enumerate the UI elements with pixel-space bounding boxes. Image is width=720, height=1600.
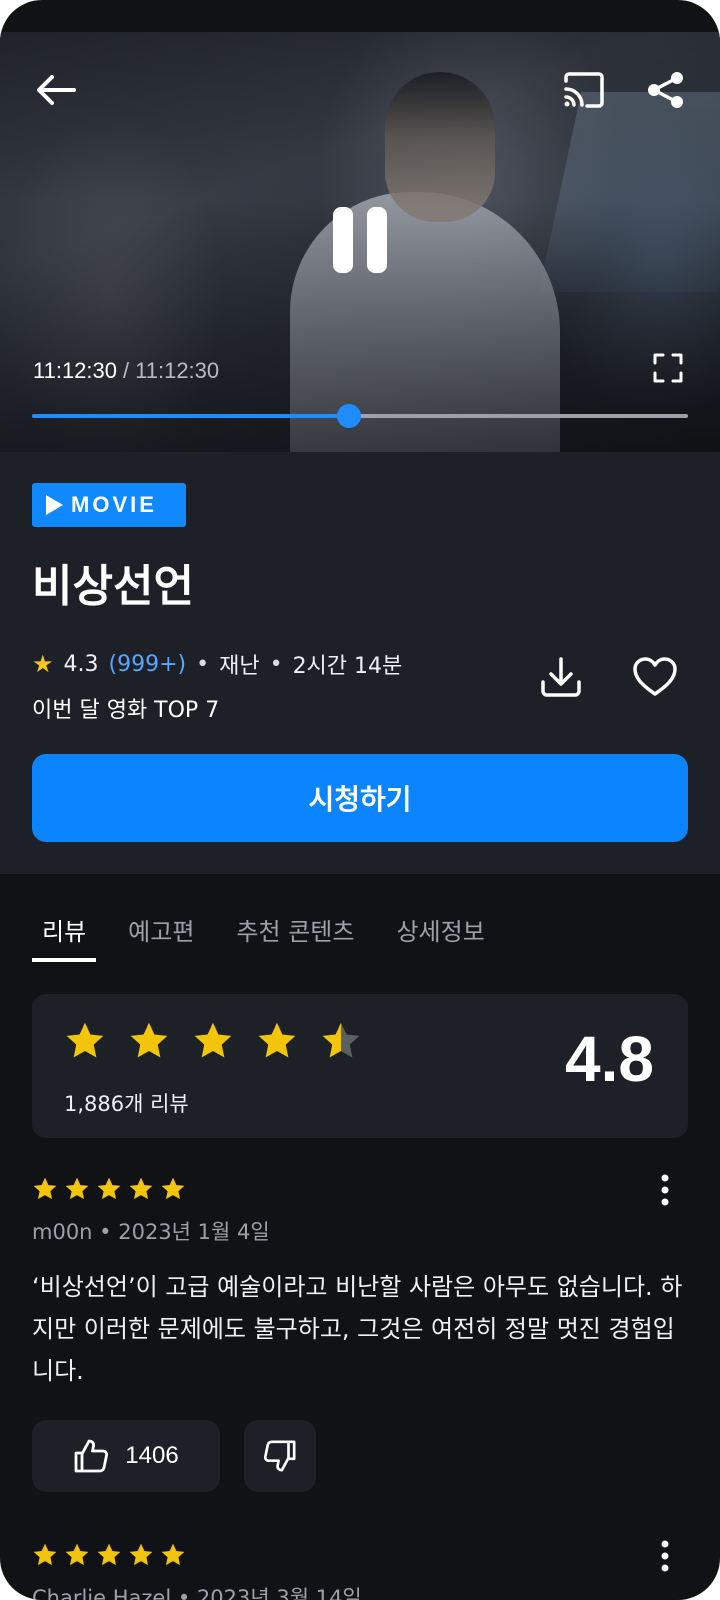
tab-reviews[interactable]: 리뷰: [32, 904, 97, 962]
movie-runtime: 2시간 14분: [292, 654, 403, 679]
more-vertical-icon: [661, 1174, 669, 1206]
star-icon: [65, 1177, 89, 1200]
star-icon: [66, 1022, 104, 1058]
average-score: 4.8: [565, 1023, 654, 1095]
vote-row: 1406: [32, 1420, 688, 1492]
review-byline: Charlie Hazel • 2023년 3월 14일: [32, 1586, 362, 1600]
movie-genre: 재난: [219, 654, 260, 679]
tab-label: 리뷰: [42, 918, 87, 946]
thumbs-down-icon: [263, 1440, 296, 1472]
star-icon: [194, 1022, 232, 1058]
download-icon: [541, 657, 581, 697]
time-separator: /: [123, 358, 130, 383]
review-stars: [32, 1542, 688, 1568]
back-button[interactable]: [28, 62, 84, 118]
star-icon: [258, 1022, 296, 1058]
rating-count[interactable]: (999+): [109, 652, 187, 677]
star-icon: [129, 1543, 153, 1566]
review-count: 1,886개 리뷰: [64, 1092, 189, 1116]
star-icon: [65, 1543, 89, 1566]
progress-fill: [32, 414, 349, 418]
download-button[interactable]: [536, 652, 586, 702]
more-vertical-icon: [661, 1540, 669, 1572]
star-icon: [97, 1543, 121, 1566]
share-icon: [648, 72, 683, 108]
tab-details[interactable]: 상세정보: [396, 904, 484, 962]
movie-info-section: MOVIE 비상선언 ★ 4.3 (999+) • 재난 • 2시간 14분 이…: [0, 452, 720, 874]
star-icon: [161, 1543, 185, 1566]
star-icon: [161, 1177, 185, 1200]
cast-icon: [564, 72, 604, 108]
movie-rank: 이번 달 영화 TOP 7: [32, 698, 220, 723]
review-more-button[interactable]: [650, 1534, 680, 1578]
phone-screen: 11:12:30/11:12:30 MOVIE 비상선언 ★ 4.3 (999+…: [0, 0, 720, 1600]
star-icon: [33, 1543, 57, 1566]
tab-label: 예고편: [128, 918, 195, 946]
cast-button[interactable]: [556, 66, 612, 114]
star-icon: [97, 1177, 121, 1200]
meta-dot: •: [196, 651, 210, 677]
thumbs-up-icon: [74, 1439, 109, 1473]
current-time: 11:12:30: [33, 358, 118, 383]
tab-recommended[interactable]: 추천 콘텐츠: [236, 904, 354, 962]
star-icon: ★: [32, 650, 54, 678]
play-icon: [46, 495, 63, 515]
star-icon: [129, 1177, 153, 1200]
arrow-left-icon: [37, 75, 76, 105]
meta-dot: •: [269, 651, 283, 677]
movie-meta: ★ 4.3 (999+) • 재난 • 2시간 14분: [32, 646, 402, 682]
content-tabs: 리뷰 예고편 추천 콘텐츠 상세정보: [32, 904, 527, 962]
share-button[interactable]: [638, 62, 694, 118]
review-more-button[interactable]: [650, 1168, 680, 1212]
active-tab-indicator: [32, 958, 97, 962]
watch-button[interactable]: 시청하기: [32, 754, 688, 842]
progress-thumb[interactable]: [336, 404, 361, 428]
movie-badge: MOVIE: [32, 483, 186, 527]
review-byline: m00n • 2023년 1월 4일: [32, 1220, 270, 1244]
helpful-count: 1406: [125, 1442, 179, 1469]
not-helpful-button[interactable]: [244, 1420, 316, 1492]
pause-button[interactable]: [325, 200, 395, 280]
review-stars: [32, 1176, 688, 1202]
summary-stars: [64, 1020, 384, 1062]
like-button[interactable]: [630, 652, 680, 702]
movie-rating: 4.3: [63, 651, 99, 677]
heart-icon: [633, 657, 677, 696]
review-text: ‘비상선언’이 고급 예술이라고 비난할 사람은 아무도 없습니다. 하지만 이…: [32, 1273, 683, 1385]
pause-icon: [367, 207, 387, 273]
tab-label: 상세정보: [396, 918, 485, 946]
tab-label: 추천 콘텐츠: [236, 918, 355, 946]
helpful-button[interactable]: 1406: [32, 1420, 220, 1492]
tab-trailer[interactable]: 예고편: [128, 904, 194, 962]
star-icon: [322, 1022, 360, 1058]
star-icon: [130, 1022, 168, 1058]
total-duration: 11:12:30: [135, 358, 220, 383]
badge-label: MOVIE: [71, 492, 157, 517]
movie-title: 비상선언: [32, 561, 194, 612]
review-item: m00n • 2023년 1월 4일 ‘비상선언’이 고급 예술이라고 비난할 …: [32, 1174, 688, 1492]
review-item: Charlie Hazel • 2023년 3월 14일: [32, 1540, 688, 1600]
pause-icon: [333, 207, 353, 273]
fullscreen-button[interactable]: [648, 348, 688, 388]
rating-summary: 1,886개 리뷰 4.8: [32, 994, 688, 1138]
playback-time: 11:12:30/11:12:30: [33, 358, 219, 384]
progress-bar[interactable]: [32, 404, 688, 428]
fullscreen-icon: [653, 353, 683, 383]
star-icon: [33, 1177, 57, 1200]
